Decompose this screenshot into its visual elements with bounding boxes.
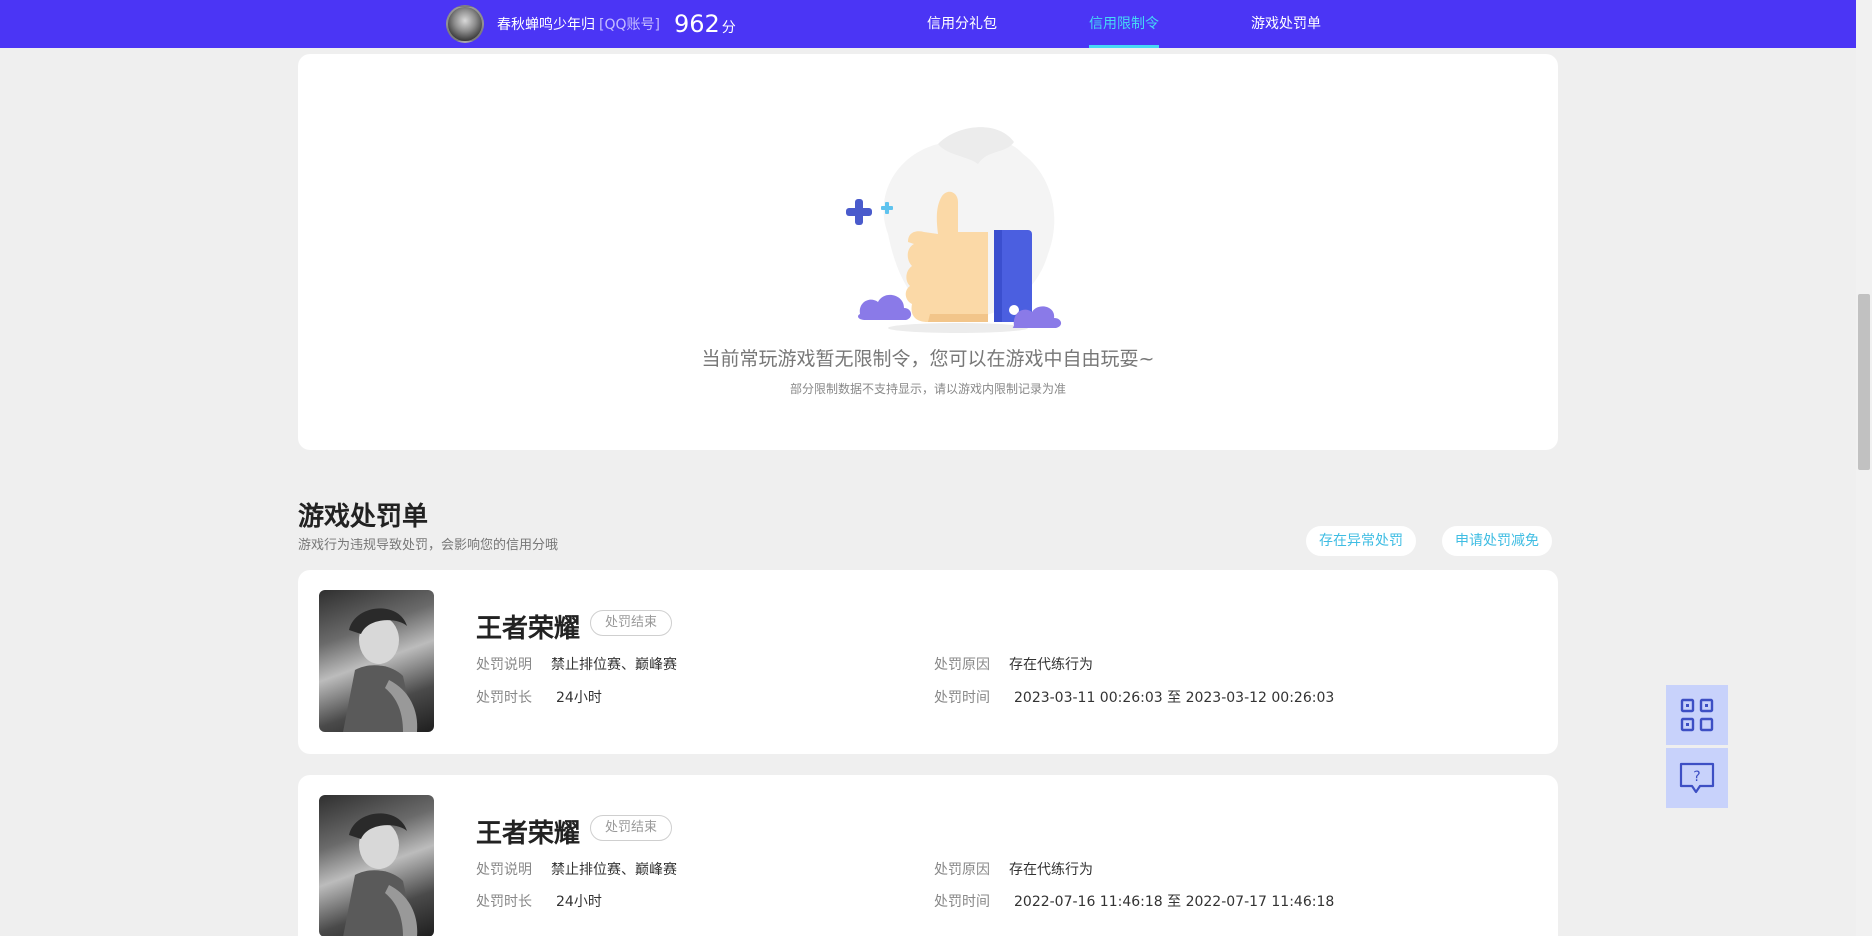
penalty-card: 王者荣耀 处罚结束 处罚说明 禁止排位赛、巅峰赛 处罚原因 存在代练行为 处罚时… bbox=[298, 775, 1558, 936]
penalty-desc-label: 处罚说明 bbox=[476, 657, 532, 673]
nav-game-penalty[interactable]: 游戏处罚单 bbox=[1251, 0, 1321, 48]
penalty-time: 2023-03-11 00:26:03 至 2023-03-12 00:26:0… bbox=[1014, 690, 1335, 706]
status-badge: 处罚结束 bbox=[590, 610, 673, 636]
penalty-reason: 存在代练行为 bbox=[1009, 657, 1093, 673]
restriction-note: 部分限制数据不支持显示，请以游戏内限制记录为准 bbox=[789, 382, 1066, 396]
svg-text:?: ? bbox=[1693, 769, 1700, 785]
penalty-time: 2022-07-16 11:46:18 至 2022-07-17 11:46:1… bbox=[1014, 894, 1335, 910]
penalty-reason-label: 处罚原因 bbox=[934, 657, 990, 673]
top-bar: 春秋蝉鸣少年归 [QQ账号] 962 分 信用分礼包 信用限制令 游戏处罚单 bbox=[0, 0, 1856, 48]
username: 春秋蝉鸣少年归 bbox=[497, 17, 595, 33]
qrcode-icon bbox=[1680, 698, 1714, 732]
credit-score: 962 bbox=[673, 10, 720, 38]
game-hero-image bbox=[319, 795, 434, 936]
penalty-duration-label: 处罚时长 bbox=[476, 894, 532, 910]
nav-credit-restriction[interactable]: 信用限制令 bbox=[1089, 0, 1159, 48]
penalty-time-label: 处罚时间 bbox=[934, 894, 990, 910]
help-chat-icon: ? bbox=[1679, 762, 1715, 794]
restriction-card: 当前常玩游戏暂无限制令，您可以在游戏中自由玩耍~ 部分限制数据不支持显示，请以游… bbox=[298, 54, 1558, 450]
penalty-section-title: 游戏处罚单 bbox=[298, 502, 429, 532]
avatar[interactable] bbox=[446, 5, 484, 43]
penalty-reason: 存在代练行为 bbox=[1009, 862, 1093, 878]
game-name: 王者荣耀 bbox=[476, 614, 581, 644]
score-unit: 分 bbox=[721, 20, 736, 36]
game-name: 王者荣耀 bbox=[476, 819, 581, 849]
nav-credit-gift[interactable]: 信用分礼包 bbox=[927, 0, 997, 48]
scrollbar-thumb[interactable] bbox=[1858, 294, 1870, 470]
penalty-duration: 24小时 bbox=[556, 690, 602, 706]
penalty-desc: 禁止排位赛、巅峰赛 bbox=[551, 657, 677, 673]
no-restriction-message: 当前常玩游戏暂无限制令，您可以在游戏中自由玩耍~ bbox=[701, 348, 1155, 370]
thumbs-up-illustration bbox=[846, 127, 1062, 333]
penalty-duration: 24小时 bbox=[556, 894, 602, 910]
help-button[interactable]: ? bbox=[1666, 748, 1728, 808]
qrcode-button[interactable] bbox=[1666, 685, 1728, 745]
penalty-desc: 禁止排位赛、巅峰赛 bbox=[551, 862, 677, 878]
penalty-reason-label: 处罚原因 bbox=[934, 862, 990, 878]
penalty-desc-label: 处罚说明 bbox=[476, 862, 532, 878]
user-info: 春秋蝉鸣少年归 [QQ账号] 962 分 bbox=[497, 0, 736, 48]
penalty-card: 王者荣耀 处罚结束 处罚说明 禁止排位赛、巅峰赛 处罚原因 存在代练行为 处罚时… bbox=[298, 570, 1558, 754]
status-badge: 处罚结束 bbox=[590, 815, 673, 841]
penalty-section-subtitle: 游戏行为违规导致处罚，会影响您的信用分哦 bbox=[298, 538, 559, 553]
page-scrollbar[interactable] bbox=[1856, 0, 1872, 936]
report-abnormal-penalty-button[interactable]: 存在异常处罚 bbox=[1306, 526, 1416, 556]
penalty-time-label: 处罚时间 bbox=[934, 690, 990, 706]
game-hero-image bbox=[319, 590, 434, 732]
penalty-duration-label: 处罚时长 bbox=[476, 690, 532, 706]
apply-penalty-reduction-button[interactable]: 申请处罚减免 bbox=[1442, 526, 1552, 556]
account-type: [QQ账号] bbox=[599, 17, 660, 33]
